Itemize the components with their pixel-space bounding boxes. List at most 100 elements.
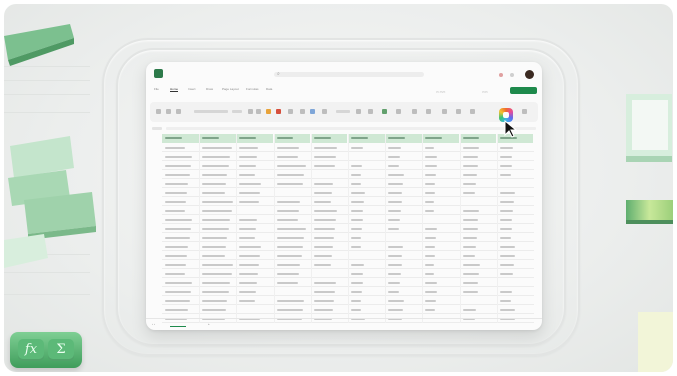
table-cell[interactable] [276,228,306,230]
table-cell[interactable] [351,273,364,275]
table-cell[interactable] [462,183,476,185]
row-number[interactable] [152,296,160,305]
column-header[interactable] [162,134,199,143]
table-cell[interactable] [165,282,193,284]
number-format-select[interactable] [336,110,350,113]
table-cell[interactable] [202,165,229,167]
row-number[interactable] [152,197,160,206]
table-cell[interactable] [202,255,225,257]
table-cell[interactable] [165,228,192,230]
table-cell[interactable] [276,183,304,185]
row-number[interactable] [152,188,160,197]
table-cell[interactable] [165,309,189,311]
table-cell[interactable] [388,309,404,311]
row-number[interactable] [152,152,160,161]
highlight-icon[interactable] [266,109,271,114]
table-cell[interactable] [388,201,402,203]
merge-icon[interactable] [322,109,327,114]
name-box[interactable] [152,127,162,130]
table-cell[interactable] [462,291,478,293]
table-format-icon[interactable] [396,109,401,114]
table-cell[interactable] [462,192,476,194]
table-cell[interactable] [165,264,186,266]
table-cell[interactable] [276,246,304,248]
table-cell[interactable] [499,174,511,176]
table-cell[interactable] [499,201,514,203]
table-cell[interactable] [499,246,516,248]
table-cell[interactable] [239,255,260,257]
table-cell[interactable] [499,219,513,221]
table-cell[interactable] [388,219,401,221]
table-cell[interactable] [202,156,231,158]
column-header[interactable] [236,134,274,143]
table-cell[interactable] [462,255,476,257]
table-cell[interactable] [313,300,334,302]
align-icon[interactable] [300,109,305,114]
table-cell[interactable] [239,264,259,266]
table-cell[interactable] [351,282,363,284]
format-painter-icon[interactable] [176,109,181,114]
table-cell[interactable] [276,300,305,302]
row-number[interactable] [152,269,160,278]
table-cell[interactable] [425,165,437,167]
table-cell[interactable] [425,273,434,275]
table-cell[interactable] [202,237,228,239]
table-cell[interactable] [425,147,434,149]
table-cell[interactable] [388,300,404,302]
table-cell[interactable] [462,147,480,149]
table-cell[interactable] [165,174,190,176]
search-input[interactable] [274,72,424,77]
table-cell[interactable] [388,156,401,158]
table-cell[interactable] [202,264,234,266]
table-cell[interactable] [462,246,476,248]
formula-input[interactable] [166,127,536,130]
add-sheet-icon[interactable]: + [208,322,210,326]
table-cell[interactable] [388,264,402,266]
table-cell[interactable] [165,156,193,158]
table-cell[interactable] [276,264,301,266]
table-cell[interactable] [499,147,514,149]
table-cell[interactable] [425,300,436,302]
table-cell[interactable] [462,165,478,167]
font-size-select[interactable] [232,110,242,113]
table-cell[interactable] [239,219,257,221]
table-cell[interactable] [276,309,304,311]
table-cell[interactable] [499,228,512,230]
table-cell[interactable] [499,291,512,293]
undo-icon[interactable] [156,109,161,114]
table-cell[interactable] [239,282,257,284]
row-number[interactable] [152,224,160,233]
row-number[interactable] [152,305,160,314]
table-cell[interactable] [202,174,228,176]
sort-filter-icon[interactable] [456,109,461,114]
table-cell[interactable] [462,219,479,221]
table-cell[interactable] [239,228,256,230]
table-cell[interactable] [425,192,435,194]
table-cell[interactable] [239,183,261,185]
menu-home[interactable]: Home [170,87,179,92]
table-cell[interactable] [425,309,436,311]
table-cell[interactable] [499,255,515,257]
table-cell[interactable] [165,192,188,194]
table-cell[interactable] [462,237,477,239]
menu-formulas[interactable]: Formulas [246,87,259,91]
conditional-format-icon[interactable] [382,109,387,114]
share-button[interactable] [510,87,537,94]
row-number[interactable] [152,287,160,296]
row-number[interactable] [152,278,160,287]
table-cell[interactable] [165,255,188,257]
table-cell[interactable] [388,273,401,275]
table-cell[interactable] [239,192,260,194]
table-cell[interactable] [351,165,363,167]
table-cell[interactable] [239,246,261,248]
table-cell[interactable] [313,156,337,158]
percent-icon[interactable] [368,109,373,114]
table-cell[interactable] [239,147,258,149]
table-cell[interactable] [202,219,231,221]
table-cell[interactable] [499,210,514,212]
column-header[interactable] [385,134,422,143]
table-cell[interactable] [388,192,403,194]
table-cell[interactable] [313,201,331,203]
table-cell[interactable] [239,237,255,239]
table-cell[interactable] [165,219,193,221]
